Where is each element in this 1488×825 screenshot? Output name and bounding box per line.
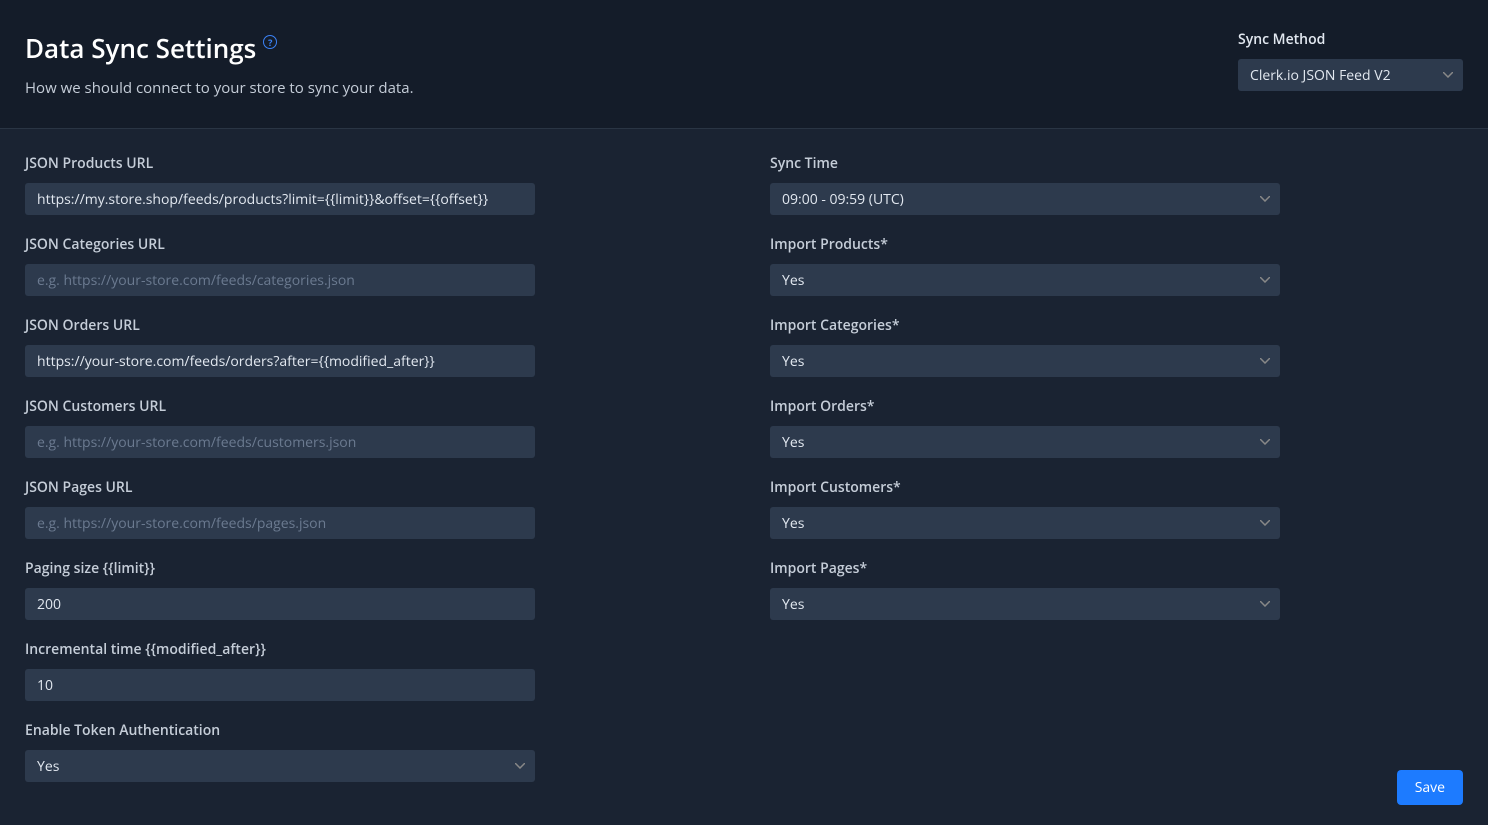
pages-url-label: JSON Pages URL: [25, 478, 535, 497]
paging-size-label: Paging size {{limit}}: [25, 559, 535, 578]
import-pages-label: Import Pages*: [770, 559, 1280, 578]
orders-url-input[interactable]: [25, 345, 535, 377]
page-header: Data Sync Settings ? How we should conne…: [0, 0, 1488, 129]
pages-url-input[interactable]: [25, 507, 535, 539]
import-customers-select[interactable]: Yes: [770, 507, 1280, 539]
products-url-input[interactable]: [25, 183, 535, 215]
customers-url-label: JSON Customers URL: [25, 397, 535, 416]
left-column: JSON Products URL JSON Categories URL JS…: [25, 154, 535, 825]
products-url-label: JSON Products URL: [25, 154, 535, 173]
incremental-time-label: Incremental time {{modified_after}}: [25, 640, 535, 659]
import-customers-label: Import Customers*: [770, 478, 1280, 497]
sync-time-select[interactable]: 09:00 - 09:59 (UTC): [770, 183, 1280, 215]
help-icon[interactable]: ?: [263, 35, 277, 49]
import-products-select[interactable]: Yes: [770, 264, 1280, 296]
import-orders-select[interactable]: Yes: [770, 426, 1280, 458]
paging-size-input[interactable]: [25, 588, 535, 620]
token-auth-select[interactable]: Yes: [25, 750, 535, 782]
customers-url-input[interactable]: [25, 426, 535, 458]
sync-method-select[interactable]: Clerk.io JSON Feed V2: [1238, 59, 1463, 91]
categories-url-label: JSON Categories URL: [25, 235, 535, 254]
orders-url-label: JSON Orders URL: [25, 316, 535, 335]
page-subtitle: How we should connect to your store to s…: [25, 78, 414, 98]
categories-url-input[interactable]: [25, 264, 535, 296]
import-pages-select[interactable]: Yes: [770, 588, 1280, 620]
save-button[interactable]: Save: [1397, 770, 1463, 805]
page-title: Data Sync Settings: [25, 30, 256, 66]
sync-method-label: Sync Method: [1238, 30, 1463, 49]
import-products-label: Import Products*: [770, 235, 1280, 254]
right-column: Sync Time 09:00 - 09:59 (UTC) Import Pro…: [770, 154, 1280, 825]
incremental-time-input[interactable]: [25, 669, 535, 701]
import-orders-label: Import Orders*: [770, 397, 1280, 416]
import-categories-label: Import Categories*: [770, 316, 1280, 335]
sync-time-label: Sync Time: [770, 154, 1280, 173]
token-auth-label: Enable Token Authentication: [25, 721, 535, 740]
import-categories-select[interactable]: Yes: [770, 345, 1280, 377]
